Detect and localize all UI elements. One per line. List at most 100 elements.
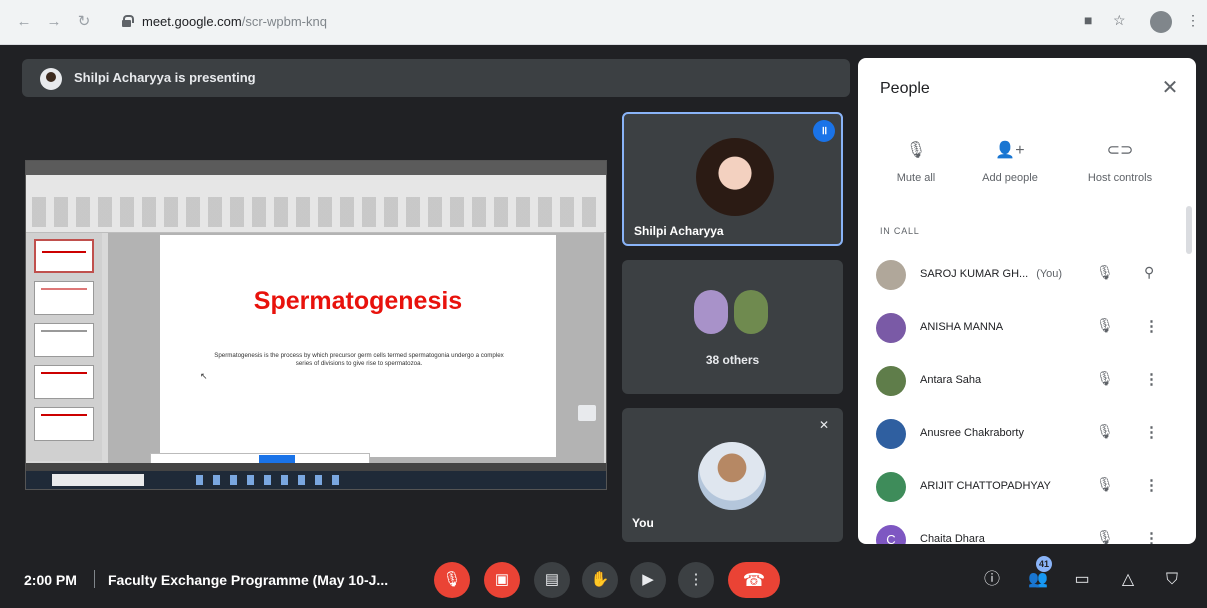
present-button[interactable]: ▶	[630, 562, 666, 598]
participant-count-badge: 41	[1036, 556, 1052, 572]
scrollbar[interactable]	[1186, 206, 1192, 254]
chat-button[interactable]: ▭	[1070, 568, 1094, 592]
avatar: C	[876, 525, 906, 544]
ppt-titlebar	[26, 161, 606, 175]
forward-icon[interactable]: →	[44, 12, 64, 32]
camera-toggle-button[interactable]: ▣	[484, 562, 520, 598]
reload-icon[interactable]: ↻	[74, 12, 94, 32]
mute-all-button[interactable]: 🎙 Mute all	[864, 140, 968, 184]
avatar	[734, 290, 768, 334]
meeting-details-button[interactable]: ⓘ	[980, 568, 1004, 592]
raise-hand-button[interactable]: ✋	[582, 562, 618, 598]
browser-toolbar: ← → ↻ meet.google.com/scr-wpbm-knq ■ ☆ ⋮	[0, 0, 1207, 45]
more-options-icon[interactable]: ⋮	[1144, 476, 1159, 494]
tile-name: You	[632, 516, 654, 530]
more-options-icon[interactable]: ⋮	[1144, 317, 1159, 335]
star-icon[interactable]: ☆	[1113, 12, 1126, 29]
list-item[interactable]: ARIJIT CHATTOPADHYAY 🎙 ⋮	[858, 460, 1196, 513]
camera-off-icon: ▣	[494, 571, 510, 588]
section-label: IN CALL	[880, 226, 920, 236]
shield-icon: ⛉	[1165, 571, 1178, 588]
others-count: 38 others	[705, 353, 760, 367]
slide-canvas: Spermatogenesis Spermatogenesis is the p…	[108, 233, 604, 463]
meeting-title: Faculty Exchange Programme (May 10-J...	[108, 572, 389, 588]
ppt-ribbon	[26, 175, 606, 233]
mic-off-icon: 🎙	[905, 142, 927, 159]
close-icon[interactable]: ✕	[1158, 76, 1182, 100]
captions-icon: ▤	[544, 571, 560, 588]
list-item[interactable]: ANISHA MANNA 🎙 ⋮	[858, 301, 1196, 354]
participant-name: Antara Saha	[920, 374, 982, 386]
host-controls-button[interactable]: ⊂⊃ Host controls	[1068, 140, 1172, 184]
more-options-button[interactable]: ⋮	[678, 562, 714, 598]
leave-call-button[interactable]: ☎	[728, 562, 780, 598]
add-people-button[interactable]: 👤+ Add people	[958, 140, 1062, 184]
tile-others[interactable]: 38 others	[622, 260, 843, 394]
camera-indicator-icon[interactable]: ■	[1084, 12, 1092, 28]
divider	[94, 570, 95, 588]
windows-taskbar	[26, 471, 606, 489]
mouse-cursor-icon: ↖	[200, 371, 208, 381]
mic-off-icon[interactable]: 🎙	[1096, 476, 1114, 493]
tile-self[interactable]: ✕ You	[622, 408, 843, 542]
mic-off-icon[interactable]: 🎙	[1096, 317, 1114, 334]
more-options-icon[interactable]: ⋮	[1144, 370, 1159, 388]
address-bar[interactable]: meet.google.com/scr-wpbm-knq	[110, 8, 1070, 36]
avatar	[876, 366, 906, 396]
presenting-banner: Shilpi Acharyya is presenting	[22, 59, 850, 97]
list-item[interactable]: Antara Saha 🎙 ⋮	[858, 354, 1196, 407]
clock: 2:00 PM	[24, 572, 77, 588]
list-item[interactable]: Anusree Chakraborty 🎙 ⋮	[858, 407, 1196, 460]
participant-name: SAROJ KUMAR GH...	[920, 268, 1029, 280]
participant-list: SAROJ KUMAR GH... (You) 🎙 ⚲ ANISHA MANNA …	[858, 248, 1196, 544]
mic-off-icon: 🎙	[442, 571, 462, 588]
people-icon: 👥	[1028, 571, 1048, 588]
mic-off-icon[interactable]: 🎙	[1096, 529, 1114, 544]
mic-off-icon[interactable]: 🎙	[1096, 370, 1114, 387]
hang-up-icon: ☎	[742, 570, 766, 590]
panel-title: People	[880, 80, 930, 97]
list-item[interactable]: SAROJ KUMAR GH... (You) 🎙 ⚲	[858, 248, 1196, 301]
browser-menu-icon[interactable]: ⋮	[1186, 12, 1200, 29]
current-slide: Spermatogenesis Spermatogenesis is the p…	[160, 235, 556, 457]
lock-icon	[122, 15, 134, 27]
mic-toggle-button[interactable]: 🎙	[434, 562, 470, 598]
participant-name: Chaita Dhara	[920, 533, 985, 544]
activities-icon: △	[1121, 571, 1135, 588]
host-controls-toggle[interactable]: ⛉	[1160, 568, 1184, 592]
more-options-icon[interactable]: ⋮	[1144, 529, 1159, 544]
participant-name: ANISHA MANNA	[920, 321, 1004, 333]
avatar	[876, 313, 906, 343]
list-item[interactable]: C Chaita Dhara 🎙 ⋮	[858, 513, 1196, 544]
info-icon: ⓘ	[983, 571, 1000, 588]
present-icon: ▶	[642, 571, 654, 588]
profile-avatar[interactable]	[1150, 11, 1172, 33]
captions-icon[interactable]	[578, 405, 596, 421]
more-options-icon[interactable]: ⋮	[1144, 423, 1159, 441]
avatar	[876, 419, 906, 449]
mic-off-icon[interactable]: 🎙	[1096, 264, 1114, 281]
mic-off-icon[interactable]: 🎙	[1096, 423, 1114, 440]
avatar	[698, 442, 766, 510]
captions-button[interactable]: ▤	[534, 562, 570, 598]
slide-body: Spermatogenesis is the process by which …	[214, 352, 504, 368]
mic-off-icon: ✕	[818, 418, 829, 432]
activities-button[interactable]: △	[1116, 568, 1140, 592]
control-bar: 2:00 PM Faculty Exchange Programme (May …	[0, 548, 1207, 608]
avatar	[696, 138, 774, 216]
pin-icon[interactable]: ⚲	[1144, 264, 1154, 281]
ppt-statusbar	[26, 463, 606, 471]
presenting-text: Shilpi Acharyya is presenting	[74, 70, 256, 85]
url-text: meet.google.com/scr-wpbm-knq	[142, 14, 327, 29]
you-tag: (You)	[1036, 268, 1063, 280]
tile-active-speaker[interactable]: ॥ Shilpi Acharyya	[622, 112, 843, 246]
hand-icon: ✋	[590, 571, 610, 588]
participant-name: Anusree Chakraborty	[920, 427, 1024, 439]
people-panel: People ✕ 🎙 Mute all 👤+ Add people ⊂⊃ Hos…	[858, 58, 1196, 544]
shared-screen: Spermatogenesis Spermatogenesis is the p…	[25, 160, 607, 490]
tile-name: Shilpi Acharyya	[634, 224, 724, 238]
back-icon[interactable]: ←	[14, 12, 34, 32]
slide-title: Spermatogenesis	[253, 287, 463, 315]
presenter-avatar	[40, 68, 62, 90]
avatar	[694, 290, 728, 334]
